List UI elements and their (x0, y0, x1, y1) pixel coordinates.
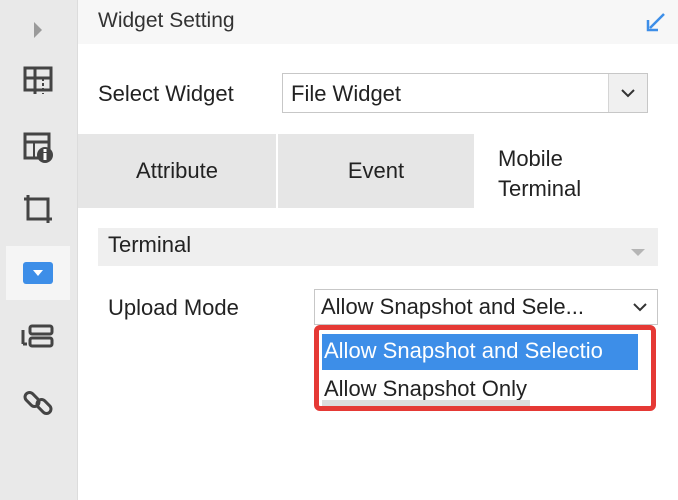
upload-mode-label: Upload Mode (108, 295, 239, 320)
table-grid-icon (23, 66, 53, 94)
tab-event[interactable]: Event (278, 134, 476, 208)
select-widget-value: File Widget (291, 81, 402, 106)
tab-attribute[interactable]: Attribute (78, 134, 278, 208)
upload-mode-value: Allow Snapshot and Sele... (321, 294, 584, 319)
table-info-icon (23, 132, 53, 163)
tab-mobile-terminal-label: Mobile Terminal (476, 134, 581, 204)
expand-arrow-icon (34, 22, 42, 38)
tab-mobile-terminal-line1: Mobile (498, 146, 563, 171)
expand-panel-button[interactable] (6, 5, 70, 55)
caret-down-icon (631, 249, 645, 256)
highlight-annotation (314, 325, 656, 411)
tab-mobile-terminal[interactable]: Mobile Terminal (476, 134, 678, 208)
select-widget-dropdown[interactable]: File Widget (282, 73, 648, 113)
terminal-section-header[interactable]: Terminal (98, 228, 658, 266)
terminal-section-title: Terminal (108, 232, 192, 257)
page-title: Widget Setting (98, 9, 235, 32)
select-widget-arrow[interactable] (608, 74, 647, 112)
layout-list-icon (21, 324, 54, 348)
rail-item-frame[interactable] (6, 184, 70, 234)
upload-mode-dropdown[interactable]: Allow Snapshot and Sele... (314, 289, 658, 325)
settings-tabs: Attribute Event Mobile Terminal (78, 134, 678, 208)
chevron-down-icon (633, 303, 647, 312)
rail-item-table-attribute[interactable] (6, 122, 70, 172)
select-widget-label: Select Widget (98, 81, 234, 106)
dropdown-widget-icon (23, 262, 53, 284)
tab-mobile-terminal-line2: Terminal (498, 176, 582, 201)
rail-item-hyperlink[interactable] (6, 378, 70, 428)
upload-mode-arrow[interactable] (623, 290, 657, 324)
link-icon (23, 391, 53, 415)
collapse-arrow-icon[interactable] (644, 10, 668, 34)
tab-attribute-label: Attribute (136, 158, 218, 183)
rail-item-layout[interactable] (6, 312, 70, 362)
rail-item-cell[interactable] (6, 56, 70, 106)
chevron-down-icon (621, 89, 635, 98)
rail-item-widget-setting[interactable] (6, 246, 70, 300)
panel-header: Widget Setting (78, 0, 678, 44)
left-toolbar (0, 0, 78, 500)
tab-event-label: Event (347, 158, 405, 183)
frame-icon (24, 195, 52, 223)
